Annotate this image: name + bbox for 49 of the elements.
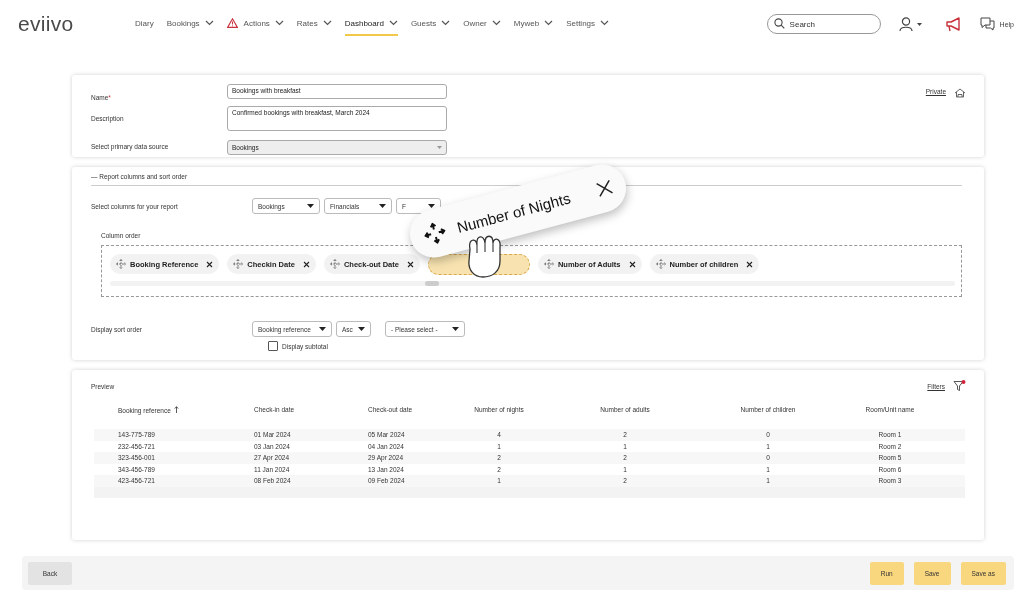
caret-icon	[437, 146, 442, 149]
chevron-icon	[544, 20, 554, 26]
close-icon[interactable]	[206, 260, 214, 268]
nav-tab[interactable]: Guests	[410, 12, 451, 36]
scrollbar[interactable]	[110, 281, 955, 286]
nav-tab[interactable]: Actions	[226, 12, 284, 36]
chevron-icon	[204, 20, 214, 26]
chevron-icon	[441, 20, 451, 26]
warning-icon	[226, 18, 238, 28]
close-icon[interactable]	[628, 260, 636, 268]
move-icon	[655, 259, 666, 269]
chip-label: Number of Nights	[454, 187, 574, 236]
caret-icon	[379, 204, 386, 208]
nav-tab[interactable]: Bookings	[166, 12, 214, 36]
subtotal-checkbox[interactable]	[268, 341, 278, 351]
move-icon	[329, 259, 340, 269]
user-icon[interactable]	[898, 17, 923, 31]
chat-icon	[979, 17, 995, 31]
logo[interactable]: eviivo	[18, 12, 135, 36]
nav-tab[interactable]: Rates	[296, 12, 332, 36]
caret-icon	[452, 327, 459, 331]
move-icon	[116, 259, 126, 269]
scroll-thumb[interactable]	[425, 281, 439, 286]
caret-icon	[319, 327, 326, 331]
sort-arrow-icon	[173, 406, 179, 413]
nav-tab[interactable]: Diary	[135, 12, 154, 36]
house-icon[interactable]	[954, 88, 966, 98]
search-icon	[773, 18, 785, 29]
caret-icon	[428, 204, 435, 208]
nav-tab[interactable]: Dashboard	[344, 12, 398, 36]
chevron-icon	[274, 20, 284, 26]
caret-icon	[358, 327, 365, 331]
megaphone-icon[interactable]	[944, 16, 962, 32]
close-icon[interactable]	[406, 260, 414, 268]
chevron-icon	[388, 20, 398, 26]
nav-tab[interactable]: Myweb	[513, 12, 554, 36]
chevron-icon	[322, 20, 332, 26]
nav-tab[interactable]: Owner	[463, 12, 501, 36]
chevron-icon	[600, 20, 610, 26]
move-icon	[233, 259, 244, 269]
search-field[interactable]: Search	[766, 14, 881, 34]
chevron-icon	[491, 20, 501, 26]
close-icon[interactable]	[302, 260, 310, 268]
close-icon[interactable]	[746, 260, 754, 268]
nav-tab[interactable]: Settings	[566, 12, 610, 36]
filter-icon[interactable]	[953, 380, 966, 392]
caret-icon	[307, 204, 314, 208]
move-icon	[543, 259, 554, 269]
close-icon[interactable]	[595, 178, 614, 197]
